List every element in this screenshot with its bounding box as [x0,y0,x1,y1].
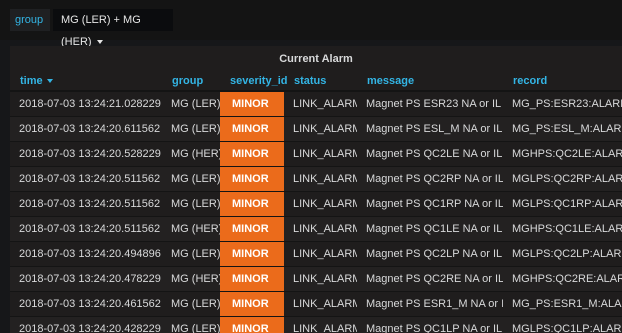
cell-status: LINK_ALARM [284,316,357,333]
table-row: 2018-07-03 13:24:20.494896 MG (LER) MINOR L… [10,241,622,267]
cell-record: MGLPS:QC2RP:ALARM [503,166,622,192]
cell-time: 2018-07-03 13:24:20.528229 [10,141,162,167]
cell-record: MGLPS:QC1LP:ALARM [503,316,622,333]
cell-time: 2018-07-03 13:24:20.461562 [10,291,162,317]
cell-group: MG (HER) [162,216,220,242]
cell-time: 2018-07-03 13:24:20.511562 [10,191,162,217]
table-row: 2018-07-03 13:24:20.611562 MG (LER) MINOR L… [10,116,622,142]
cell-record: MGHPS:QC2LE:ALARM [503,141,622,167]
column-header-record[interactable]: record [503,72,622,92]
cell-group: MG (HER) [162,266,220,292]
cell-time: 2018-07-03 13:24:20.511562 [10,216,162,242]
cell-status: LINK_ALARM [284,266,357,292]
column-header-time[interactable]: time [10,72,162,92]
cell-record: MG_PS:ESR23:ALARM [503,90,622,117]
cell-message: Magnet PS QC2RE NA or IL [357,266,503,292]
cell-message: Magnet PS QC2LP NA or IL [357,241,503,267]
cell-message: Magnet PS QC1RP NA or IL [357,191,503,217]
sort-desc-icon [46,79,53,84]
cell-time: 2018-07-03 13:24:20.428229 [10,316,162,333]
cell-status: LINK_ALARM [284,241,357,267]
cell-status: LINK_ALARM [284,216,357,242]
cell-status: LINK_ALARM [284,116,357,142]
cell-time: 2018-07-03 13:24:20.494896 [10,241,162,267]
cell-record: MGLPS:QC1RP:ALARM [503,191,622,217]
cell-status: LINK_ALARM [284,191,357,217]
cell-severity: MINOR [220,266,284,292]
column-header-message[interactable]: message [357,72,503,92]
cell-status: LINK_ALARM [284,166,357,192]
table-header-row: time group severity_id status message re… [10,72,622,92]
alarm-table-body: 2018-07-03 13:24:21.028229 MG (LER) MINOR L… [10,90,622,333]
column-header-severity-id[interactable]: severity_id [220,72,287,92]
cell-time: 2018-07-03 13:24:20.511562 [10,166,162,192]
current-alarm-panel: Current Alarm time group severity_id sta… [10,46,622,333]
cell-time: 2018-07-03 13:24:21.028229 [10,90,162,117]
caret-down-icon [96,40,103,45]
cell-severity: MINOR [220,316,284,333]
cell-group: MG (LER) [162,291,220,317]
column-header-status[interactable]: status [284,72,357,92]
cell-time: 2018-07-03 13:24:20.478229 [10,266,162,292]
table-row: 2018-07-03 13:24:20.461562 MG (LER) MINOR L… [10,291,622,317]
cell-message: Magnet PS QC1LP NA or IL [357,316,503,333]
variable-label-group: group [10,9,50,31]
cell-message: Magnet PS ESL_M NA or IL [357,116,503,142]
cell-severity: MINOR [220,216,284,242]
cell-group: MG (LER) [162,166,220,192]
cell-severity: MINOR [220,241,284,267]
cell-status: LINK_ALARM [284,141,357,167]
cell-group: MG (LER) [162,241,220,267]
table-row: 2018-07-03 13:24:20.511562 MG (LER) MINOR L… [10,166,622,192]
cell-record: MGLPS:QC2LP:ALARM [503,241,622,267]
cell-group: MG (LER) [162,116,220,142]
cell-message: Magnet PS QC1LE NA or IL [357,216,503,242]
cell-severity: MINOR [220,90,284,117]
cell-record: MG_PS:ESR1_M:ALARM [503,291,622,317]
column-header-time-label: time [20,75,43,87]
alarm-table: time group severity_id status message re… [10,72,622,333]
table-row: 2018-07-03 13:24:20.478229 MG (HER) MINOR L… [10,266,622,292]
cell-status: LINK_ALARM [284,291,357,317]
cell-severity: MINOR [220,116,284,142]
cell-group: MG (LER) [162,191,220,217]
cell-severity: MINOR [220,291,284,317]
cell-severity: MINOR [220,166,284,192]
panel-title[interactable]: Current Alarm [10,46,622,72]
cell-group: MG (LER) [162,90,220,117]
table-row: 2018-07-03 13:24:21.028229 MG (LER) MINOR L… [10,90,622,117]
cell-group: MG (HER) [162,141,220,167]
cell-record: MGHPS:QC2RE:ALARM [503,266,622,292]
cell-severity: MINOR [220,191,284,217]
cell-record: MGHPS:QC1LE:ALARM [503,216,622,242]
cell-record: MG_PS:ESL_M:ALARM [503,116,622,142]
group-variable-dropdown[interactable]: MG (LER) + MG (HER) [53,9,173,48]
table-row: 2018-07-03 13:24:20.428229 MG (LER) MINOR L… [10,316,622,333]
cell-message: Magnet PS QC2LE NA or IL [357,141,503,167]
cell-status: LINK_ALARM [284,90,357,117]
variable-bar: group MG (LER) + MG (HER) [0,0,622,48]
cell-time: 2018-07-03 13:24:20.611562 [10,116,162,142]
cell-message: Magnet PS ESR1_M NA or IL [357,291,503,317]
table-row: 2018-07-03 13:24:20.511562 MG (LER) MINOR L… [10,191,622,217]
cell-severity: MINOR [220,141,284,167]
column-header-group[interactable]: group [162,72,220,92]
table-row: 2018-07-03 13:24:20.511562 MG (HER) MINOR L… [10,216,622,242]
table-row: 2018-07-03 13:24:20.528229 MG (HER) MINOR L… [10,141,622,167]
cell-message: Magnet PS ESR23 NA or IL [357,90,503,117]
cell-message: Magnet PS QC2RP NA or IL [357,166,503,192]
cell-group: MG (LER) [162,316,220,333]
